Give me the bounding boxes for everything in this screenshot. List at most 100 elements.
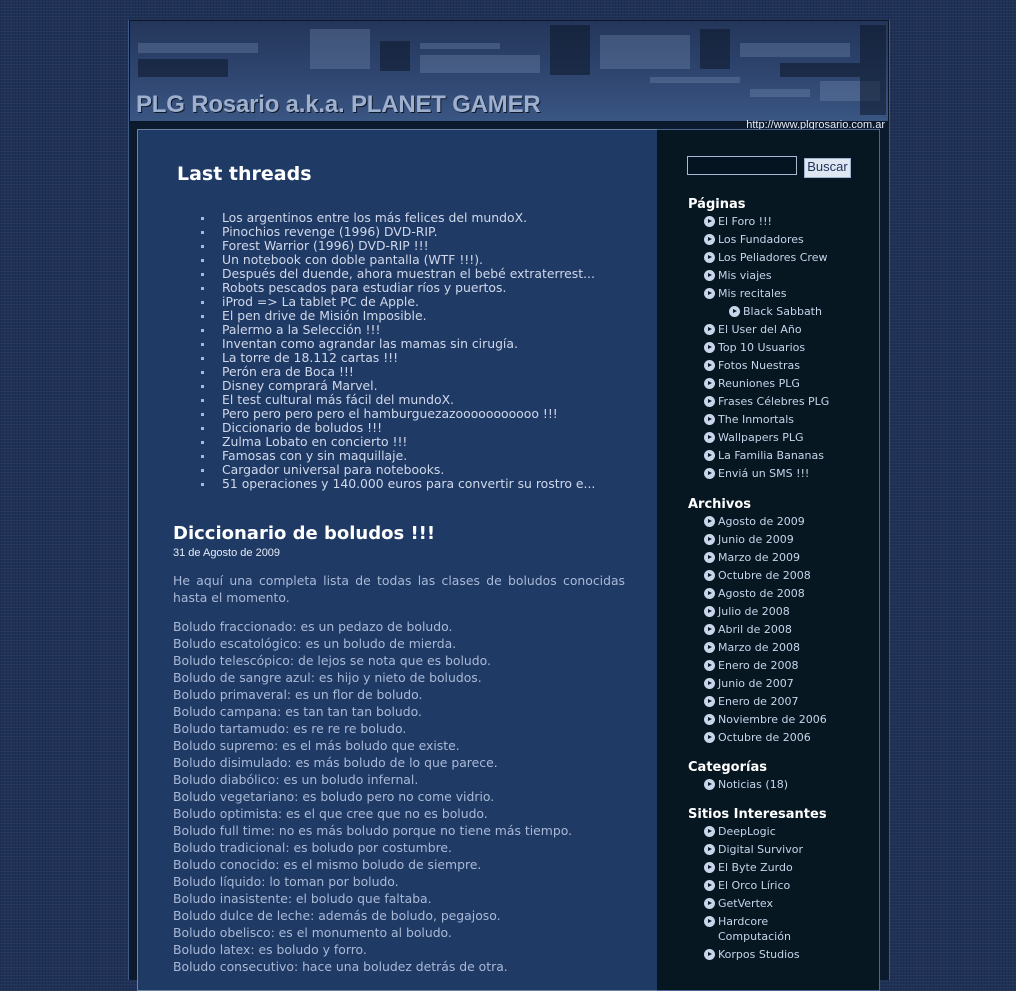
- sidebar-link-item[interactable]: Agosto de 2009: [704, 514, 827, 532]
- sidebar-link-item[interactable]: El Orco Lírico: [704, 878, 828, 896]
- sidebar-link-label[interactable]: Frases Célebres PLG: [718, 395, 829, 408]
- sidebar-link-item[interactable]: Hardcore Computación: [704, 914, 828, 947]
- sidebar-link-item[interactable]: El Foro !!!: [704, 214, 829, 232]
- sidebar-link-item[interactable]: Korpos Studios: [704, 947, 828, 965]
- sidebar-link-label[interactable]: Junio de 2007: [718, 677, 794, 690]
- sidebar-link-item[interactable]: GetVertex: [704, 896, 828, 914]
- sidebar-link-item[interactable]: Enero de 2008: [704, 658, 827, 676]
- post-title[interactable]: Diccionario de boludos !!!: [173, 523, 435, 544]
- thread-link[interactable]: Zulma Lobato en concierto !!!: [222, 434, 407, 449]
- sidebar-link-label[interactable]: Junio de 2009: [718, 533, 794, 546]
- sidebar-link-label[interactable]: Digital Survivor: [718, 843, 803, 856]
- sidebar-link-label[interactable]: Octubre de 2006: [718, 731, 811, 744]
- sidebar-link-item[interactable]: Junio de 2009: [704, 532, 827, 550]
- sidebar-link-label[interactable]: Octubre de 2008: [718, 569, 811, 582]
- thread-link[interactable]: Forest Warrior (1996) DVD-RIP !!!: [222, 238, 429, 253]
- sidebar-link-label[interactable]: El Byte Zurdo: [718, 861, 793, 874]
- categorias-heading: Categorías: [688, 760, 767, 775]
- sidebar-link-label[interactable]: El Foro !!!: [718, 215, 772, 228]
- sidebar-link-item[interactable]: Marzo de 2009: [704, 550, 827, 568]
- thread-link[interactable]: Perón era de Boca !!!: [222, 364, 354, 379]
- sidebar-link-item[interactable]: El Byte Zurdo: [704, 860, 828, 878]
- sidebar-link-item[interactable]: Fotos Nuestras: [704, 358, 829, 376]
- sidebar-link-label[interactable]: Marzo de 2008: [718, 641, 800, 654]
- thread-link[interactable]: La torre de 18.112 cartas !!!: [222, 350, 398, 365]
- sidebar-link-item[interactable]: El User del Año: [704, 322, 829, 340]
- sidebar-link-label[interactable]: Mis viajes: [718, 269, 772, 282]
- sidebar-link-label[interactable]: Fotos Nuestras: [718, 359, 800, 372]
- sidebar-link-item[interactable]: Octubre de 2006: [704, 730, 827, 748]
- search-input[interactable]: [687, 156, 797, 175]
- thread-link[interactable]: Robots pescados para estudiar ríos y pue…: [222, 280, 506, 295]
- thread-link[interactable]: Los argentinos entre los más felices del…: [222, 210, 527, 225]
- sidebar-link-label[interactable]: Wallpapers PLG: [718, 431, 804, 444]
- thread-link[interactable]: El test cultural más fácil del mundoX.: [222, 392, 454, 407]
- thread-link[interactable]: El pen drive de Misión Imposible.: [222, 308, 427, 323]
- thread-link[interactable]: Un notebook con doble pantalla (WTF !!!)…: [222, 252, 483, 267]
- search-button[interactable]: Buscar: [804, 158, 851, 178]
- sidebar-link-label[interactable]: Agosto de 2009: [718, 515, 805, 528]
- thread-link[interactable]: 51 operaciones y 140.000 euros para conv…: [222, 476, 595, 491]
- sidebar-link-label[interactable]: Agosto de 2008: [718, 587, 805, 600]
- sidebar-link-label[interactable]: Julio de 2008: [718, 605, 790, 618]
- sidebar-link-item[interactable]: Black Sabbath: [704, 304, 829, 322]
- sidebar-link-label[interactable]: Enero de 2008: [718, 659, 798, 672]
- sidebar-link-label[interactable]: Mis recitales: [718, 287, 787, 300]
- sidebar-link-item[interactable]: Junio de 2007: [704, 676, 827, 694]
- thread-link[interactable]: Después del duende, ahora muestran el be…: [222, 266, 595, 281]
- sidebar-link-item[interactable]: Reuniones PLG: [704, 376, 829, 394]
- sidebar-link-item[interactable]: Wallpapers PLG: [704, 430, 829, 448]
- thread-link[interactable]: Pero pero pero pero el hamburguezazooooo…: [222, 406, 558, 421]
- sidebar-link-label[interactable]: Abril de 2008: [718, 623, 792, 636]
- sidebar-link-item[interactable]: Noticias (18): [704, 777, 788, 795]
- thread-link[interactable]: Cargador universal para notebooks.: [222, 462, 444, 477]
- thread-link[interactable]: Inventan como agrandar las mamas sin cir…: [222, 336, 518, 351]
- sidebar-link-item[interactable]: La Familia Bananas: [704, 448, 829, 466]
- sidebar-link-item[interactable]: Agosto de 2008: [704, 586, 827, 604]
- sidebar-link-label[interactable]: El User del Año: [718, 323, 802, 336]
- sidebar-link-item[interactable]: Noviembre de 2006: [704, 712, 827, 730]
- thread-link[interactable]: Diccionario de boludos !!!: [222, 420, 382, 435]
- sidebar-link-label[interactable]: Black Sabbath: [743, 305, 822, 318]
- sidebar-link-item[interactable]: Frases Célebres PLG: [704, 394, 829, 412]
- sidebar-link-label[interactable]: Los Peliadores Crew: [718, 251, 827, 264]
- sidebar-link-label[interactable]: DeepLogic: [718, 825, 776, 838]
- thread-link[interactable]: Palermo a la Selección !!!: [222, 322, 380, 337]
- sidebar-link-item[interactable]: Julio de 2008: [704, 604, 827, 622]
- sidebar-link-label[interactable]: Korpos Studios: [718, 948, 800, 961]
- sidebar-link-label[interactable]: GetVertex: [718, 897, 773, 910]
- sidebar-link-label[interactable]: Noviembre de 2006: [718, 713, 827, 726]
- sidebar-link-label[interactable]: La Familia Bananas: [718, 449, 824, 462]
- bullet-icon: [201, 273, 204, 276]
- sidebar-link-item[interactable]: Enviá un SMS !!!: [704, 466, 829, 484]
- sidebar-link-item[interactable]: Mis recitales: [704, 286, 829, 304]
- thread-link[interactable]: iProd => La tablet PC de Apple.: [222, 294, 419, 309]
- sidebar-link-item[interactable]: Top 10 Usuarios: [704, 340, 829, 358]
- sidebar-link-label[interactable]: Marzo de 2009: [718, 551, 800, 564]
- sidebar-link-label[interactable]: Los Fundadores: [718, 233, 804, 246]
- sidebar-link-item[interactable]: Octubre de 2008: [704, 568, 827, 586]
- thread-link[interactable]: Disney comprará Marvel.: [222, 378, 378, 393]
- sidebar-link-label[interactable]: Enviá un SMS !!!: [718, 467, 809, 480]
- sidebar-link-label[interactable]: Hardcore Computación: [718, 915, 791, 943]
- sidebar-link-item[interactable]: The Inmortals: [704, 412, 829, 430]
- sidebar-link-item[interactable]: Marzo de 2008: [704, 640, 827, 658]
- sidebar-link-label[interactable]: Enero de 2007: [718, 695, 798, 708]
- arrow-bullet-icon: [704, 360, 715, 371]
- sidebar-link-item[interactable]: Abril de 2008: [704, 622, 827, 640]
- sidebar-link-label[interactable]: Reuniones PLG: [718, 377, 800, 390]
- arrow-bullet-icon: [704, 898, 715, 909]
- thread-item: Pinochios revenge (1996) DVD-RIP.: [201, 225, 595, 239]
- sidebar-link-label[interactable]: El Orco Lírico: [718, 879, 790, 892]
- sidebar-link-label[interactable]: Top 10 Usuarios: [718, 341, 805, 354]
- thread-link[interactable]: Famosas con y sin maquillaje.: [222, 448, 407, 463]
- sidebar-link-label[interactable]: Noticias (18): [718, 778, 788, 791]
- sidebar-link-item[interactable]: Los Peliadores Crew: [704, 250, 829, 268]
- sidebar-link-item[interactable]: Mis viajes: [704, 268, 829, 286]
- sidebar-link-item[interactable]: DeepLogic: [704, 824, 828, 842]
- sidebar-link-item[interactable]: Los Fundadores: [704, 232, 829, 250]
- sidebar-link-label[interactable]: The Inmortals: [718, 413, 794, 426]
- sidebar-link-item[interactable]: Enero de 2007: [704, 694, 827, 712]
- sidebar-link-item[interactable]: Digital Survivor: [704, 842, 828, 860]
- thread-link[interactable]: Pinochios revenge (1996) DVD-RIP.: [222, 224, 438, 239]
